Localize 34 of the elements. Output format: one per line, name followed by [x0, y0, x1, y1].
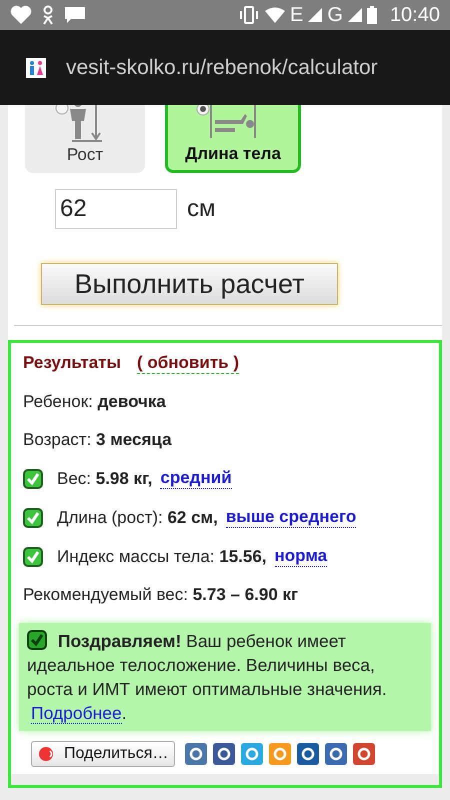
- more-link[interactable]: Подробнее: [31, 703, 122, 724]
- refresh-link[interactable]: ( обновить ): [137, 353, 239, 374]
- rating-link[interactable]: выше среднего: [226, 507, 356, 528]
- result-text: Вес: 5.98 кг,: [57, 468, 152, 488]
- chat-icon: [64, 5, 86, 25]
- battery-icon: [366, 6, 377, 24]
- radio-icon: [196, 105, 210, 116]
- mode-button[interactable]: Длина тела: [165, 105, 301, 173]
- result-text: Возраст: 3 месяца: [23, 430, 172, 450]
- summary-text: Поздравляем! Ваш ребенок имеет идеальное телосложение. Величины веса, роста и ИМТ имеют оптимальные значения. Подробнее.: [27, 629, 388, 725]
- signal-icon: [308, 8, 322, 22]
- radio-icon: [55, 105, 69, 115]
- heart-icon: [10, 5, 32, 25]
- result-text: Индекс массы тела: 15.56,: [57, 546, 266, 566]
- result-text: Ребенок: девочка: [23, 392, 166, 412]
- person-icon: [42, 5, 54, 25]
- signal-icon: [348, 8, 362, 22]
- unit-label: см: [187, 195, 216, 223]
- length-input[interactable]: 62: [55, 189, 177, 229]
- share-button[interactable]: Поделиться…: [31, 741, 176, 767]
- mode-button[interactable]: Рост: [25, 105, 145, 173]
- rating-link[interactable]: средний: [160, 468, 232, 489]
- network-type: G: [327, 4, 343, 26]
- calculate-button[interactable]: Выполнить расчет: [41, 263, 338, 305]
- result-text: Рекомендуемый вес: 5.73 – 6.90 кг: [23, 585, 298, 605]
- clock: 10:40: [390, 4, 440, 26]
- url-text[interactable]: vesit-skolko.ru/rebenok/calculator: [66, 56, 378, 80]
- results-title: Результаты: [23, 353, 122, 374]
- wifi-icon: [265, 7, 286, 23]
- network-type: E: [290, 4, 304, 26]
- result-text: Длина (рост): 62 см,: [57, 508, 218, 528]
- children-icon: [26, 58, 46, 78]
- vibrate-icon: [238, 6, 260, 24]
- rating-link[interactable]: норма: [274, 546, 328, 567]
